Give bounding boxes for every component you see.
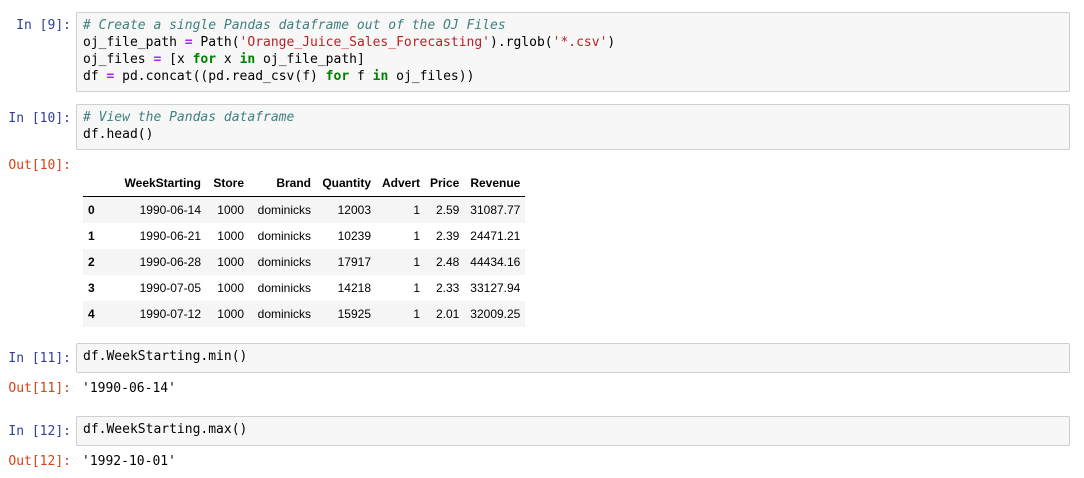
table-cell: 32009.25 [470, 307, 521, 321]
in-prompt-9: In [9]: [16, 18, 71, 33]
table-cell: 33127.94 [470, 281, 521, 295]
code-line: oj_file_path = Path('Orange_Juice_Sales_… [83, 35, 616, 50]
table-cell: 24471.21 [470, 229, 521, 243]
row-index: 2 [88, 255, 95, 269]
table-cell: dominicks [257, 281, 311, 295]
table-cell: 1 [413, 307, 420, 321]
out-prompt-12: Out[12]: [8, 454, 71, 469]
table-cell: 1990-07-12 [139, 307, 201, 321]
table-header-cell: Brand [249, 170, 316, 197]
row-index: 1 [88, 229, 95, 243]
table-cell: 1000 [217, 255, 244, 269]
table-cell: 1000 [217, 281, 244, 295]
table-cell: 44434.16 [470, 255, 521, 269]
table-cell: 1990-07-05 [139, 281, 201, 295]
code-line: df = pd.concat((pd.read_csv(f) for f in … [83, 69, 475, 84]
row-index: 0 [88, 203, 95, 217]
code-cell-9[interactable]: # Create a single Pandas dataframe out o… [76, 12, 1070, 92]
code-cell-10[interactable]: # View the Pandas dataframe df.head() [76, 104, 1070, 150]
out-prompt-10: Out[10]: [8, 158, 71, 173]
code-cell-11[interactable]: df.WeekStarting.min() [76, 343, 1070, 373]
table-row: 0 1990-06-14 1000 dominicks 12003 1 2.59… [83, 196, 526, 223]
code-line: df.WeekStarting.max() [83, 422, 248, 437]
dataframe-table: WeekStarting Store Brand Quantity Advert… [83, 170, 526, 327]
code-cell-12[interactable]: df.WeekStarting.max() [76, 416, 1070, 446]
code-line: # View the Pandas dataframe [83, 110, 295, 125]
in-prompt-12: In [12]: [8, 424, 71, 439]
table-row: 1 1990-06-21 1000 dominicks 10239 1 2.39… [83, 223, 526, 249]
table-cell: 1 [413, 203, 420, 217]
table-header-cell: Revenue [464, 170, 526, 197]
table-cell: 2.48 [436, 255, 460, 269]
table-header-cell: Price [425, 170, 465, 197]
table-header-cell: Quantity [316, 170, 376, 197]
table-cell: 17917 [337, 255, 371, 269]
in-prompt-11: In [11]: [8, 351, 71, 366]
out-prompt-11: Out[11]: [8, 381, 71, 396]
table-cell: dominicks [257, 307, 311, 321]
output-text-11: '1990-06-14' [82, 381, 176, 396]
table-cell: 1000 [217, 229, 244, 243]
code-line: df.head() [83, 127, 154, 142]
table-row: 3 1990-07-05 1000 dominicks 14218 1 2.33… [83, 275, 526, 301]
table-cell: 10239 [337, 229, 371, 243]
row-index: 4 [88, 307, 95, 321]
table-header-cell [83, 170, 105, 197]
table-cell: dominicks [257, 203, 311, 217]
table-cell: 1990-06-21 [139, 229, 201, 243]
table-cell: 1990-06-28 [139, 255, 201, 269]
table-cell: 1 [413, 281, 420, 295]
table-cell: 1000 [217, 307, 244, 321]
output-text-12: '1992-10-01' [82, 454, 176, 469]
table-cell: 31087.77 [470, 203, 521, 217]
table-cell: 1 [413, 255, 420, 269]
table-row: 2 1990-06-28 1000 dominicks 17917 1 2.48… [83, 249, 526, 275]
code-line: df.WeekStarting.min() [83, 349, 248, 364]
code-line: oj_files = [x for x in oj_file_path] [83, 52, 365, 67]
table-cell: 1990-06-14 [139, 203, 201, 217]
table-cell: 2.39 [436, 229, 460, 243]
table-header-cell: Advert [376, 170, 425, 197]
table-cell: 14218 [337, 281, 371, 295]
table-cell: 2.33 [436, 281, 460, 295]
table-header-row: WeekStarting Store Brand Quantity Advert… [83, 170, 526, 197]
table-cell: 15925 [337, 307, 371, 321]
row-index: 3 [88, 281, 95, 295]
in-prompt-10: In [10]: [8, 111, 71, 126]
table-cell: 1000 [217, 203, 244, 217]
table-header-cell: Store [206, 170, 249, 197]
table-cell: 12003 [337, 203, 371, 217]
table-cell: dominicks [257, 229, 311, 243]
table-cell: 1 [413, 229, 420, 243]
table-cell: 2.59 [436, 203, 460, 217]
table-header-cell: WeekStarting [105, 170, 206, 197]
table-row: 4 1990-07-12 1000 dominicks 15925 1 2.01… [83, 301, 526, 327]
table-cell: dominicks [257, 255, 311, 269]
table-cell: 2.01 [436, 307, 460, 321]
code-line: # Create a single Pandas dataframe out o… [83, 18, 506, 33]
